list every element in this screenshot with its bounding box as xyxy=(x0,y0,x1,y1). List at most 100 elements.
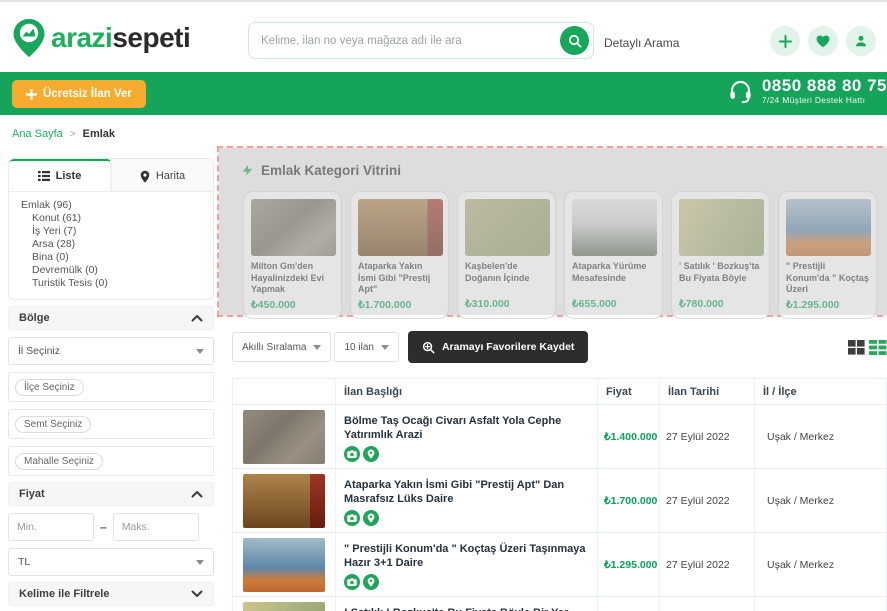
action-bar: Ücretsiz İlan Ver 0850 888 80 75 7/24 Mü… xyxy=(0,72,887,115)
breadcrumb-separator: > xyxy=(70,129,76,140)
listing-title[interactable]: " Prestijli Konum'da " Koçtaş Üzeri Taşı… xyxy=(344,542,587,570)
card-title: ' Satılık ' Bozkuş'ta Bu Fiyata Böyle xyxy=(679,261,762,295)
table-row[interactable]: Bölme Taş Ocağı Civarı Asfalt Yola Cephe… xyxy=(232,405,887,469)
card-price: ₺1.295.000 xyxy=(786,299,869,311)
free-post-ad-button[interactable]: Ücretsiz İlan Ver xyxy=(12,80,146,108)
listing-date: 27 Eylül 2022 xyxy=(660,533,755,596)
listing-photo[interactable] xyxy=(243,410,325,464)
table-row[interactable]: " Prestijli Konum'da " Koçtaş Üzeri Taşı… xyxy=(232,533,887,597)
quarter-input[interactable]: Semt Seçiniz xyxy=(8,409,214,439)
district-input[interactable]: İlçe Seçiniz xyxy=(8,372,214,402)
listing-table: İlan Başlığı Fiyat İlan Tarihi İl / İlçe… xyxy=(232,378,887,611)
table-row[interactable]: Ataparka Yakın İsmi Gibi "Prestij Apt" D… xyxy=(232,469,887,533)
category-devremulk[interactable]: Devremülk (0) xyxy=(21,264,201,277)
list-view-icon[interactable] xyxy=(869,340,887,355)
card-title: Milton Gm'den Hayalinizdeki Evi Yapmak xyxy=(251,261,334,296)
category-showcase: Emlak Kategori Vitrini Milton Gm'den Hay… xyxy=(217,146,887,317)
listing-photo xyxy=(679,199,764,256)
list-icon xyxy=(38,171,50,181)
category-is-yeri[interactable]: İş Yeri (7) xyxy=(21,225,201,238)
card-title: Ataparka Yürüme Mesafesinde xyxy=(572,261,655,295)
listing-title[interactable]: Bölme Taş Ocağı Civarı Asfalt Yola Cephe… xyxy=(344,414,587,442)
price-min-input[interactable] xyxy=(8,513,94,541)
table-row[interactable]: ! Satılık ! Bozkuş'ta Bu Fiyata Böyle Bi… xyxy=(232,597,887,611)
category-emlak[interactable]: Emlak (96) xyxy=(21,199,201,212)
listing-photo[interactable] xyxy=(243,538,325,592)
province-select[interactable]: İl Seçiniz xyxy=(8,337,214,365)
showcase-card[interactable]: ' Satılık ' Bozkuş'ta Bu Fiyata Böyle ₺7… xyxy=(671,191,770,319)
showcase-card[interactable]: Ataparka Yürüme Mesafesinde ₺655.000 xyxy=(564,191,663,319)
listing-photo[interactable] xyxy=(243,474,325,528)
card-title: Ataparka Yakın İsmi Gibi "Prestij Apt" xyxy=(358,261,441,296)
caret-down-icon xyxy=(313,345,321,350)
search-icon xyxy=(568,34,582,48)
listing-title[interactable]: Ataparka Yakın İsmi Gibi "Prestij Apt" D… xyxy=(344,478,587,506)
user-icon xyxy=(854,34,868,48)
account-button[interactable] xyxy=(846,26,876,56)
caret-down-icon xyxy=(196,349,204,354)
logo-wordmark: arazisepeti xyxy=(51,22,190,54)
showcase-card[interactable]: Kaşbelen'de Doğanın İçinde ₺310.000 xyxy=(457,191,556,319)
map-pin-icon xyxy=(140,170,150,183)
category-konut[interactable]: Konut (61) xyxy=(21,212,201,225)
section-bolge[interactable]: Bölge xyxy=(8,306,214,330)
category-turistik-tesis[interactable]: Turistik Tesis (0) xyxy=(21,277,201,290)
range-dash: – xyxy=(100,520,107,534)
showcase-card[interactable]: Milton Gm'den Hayalinizdeki Evi Yapmak ₺… xyxy=(243,191,342,319)
price-max-input[interactable] xyxy=(113,513,199,541)
grid-view-icon[interactable] xyxy=(848,340,865,355)
card-price: ₺310.000 xyxy=(465,298,548,310)
header-price-col: Fiyat xyxy=(598,379,660,404)
support-phone-number: 0850 888 80 75 xyxy=(762,77,887,95)
sort-select[interactable]: Akıllı Sıralama xyxy=(232,332,331,362)
listing-date xyxy=(660,597,755,611)
support-hotline[interactable]: 0850 888 80 75 7/24 Müşteri Destek Hattı xyxy=(727,77,887,105)
headset-icon xyxy=(727,78,754,105)
add-listing-button[interactable] xyxy=(770,26,800,56)
currency-select[interactable]: TL xyxy=(8,548,214,576)
search-button[interactable] xyxy=(560,26,589,55)
showcase-card[interactable]: Ataparka Yakın İsmi Gibi "Prestij Apt" ₺… xyxy=(350,191,449,319)
search-favorite-icon xyxy=(422,341,435,354)
showcase-title: Emlak Kategori Vitrini xyxy=(261,163,401,178)
listing-photo[interactable] xyxy=(243,602,325,611)
per-page-select[interactable]: 10 ilan xyxy=(334,332,398,362)
breadcrumb-home-link[interactable]: Ana Sayfa xyxy=(12,128,63,140)
heart-icon xyxy=(816,35,830,48)
showcase-card[interactable]: " Prestijli Konum'da " Koçtaş Üzeri ₺1.2… xyxy=(778,191,877,319)
tab-liste[interactable]: Liste xyxy=(9,159,111,191)
card-price: ₺450.000 xyxy=(251,299,334,311)
section-fiyat[interactable]: Fiyat xyxy=(8,482,214,506)
search-bar xyxy=(248,22,594,59)
search-input[interactable] xyxy=(249,35,560,47)
support-line-label: 7/24 Müşteri Destek Hattı xyxy=(762,95,887,105)
section-kelime-filtrele[interactable]: Kelime ile Filtrele xyxy=(8,582,214,606)
listing-price: ₺1.400.000 xyxy=(598,405,660,468)
favorites-button[interactable] xyxy=(808,26,838,56)
chevron-up-icon xyxy=(191,314,203,322)
tab-harita[interactable]: Harita xyxy=(111,159,213,191)
site-logo[interactable]: arazisepeti xyxy=(12,18,190,58)
location-pin-icon xyxy=(363,574,379,590)
detailed-search-link[interactable]: Detaylı Arama xyxy=(604,36,679,50)
card-price: ₺1.700.000 xyxy=(358,299,441,311)
header-photo-col xyxy=(232,379,336,404)
listing-photo xyxy=(251,199,336,256)
category-arsa[interactable]: Arsa (28) xyxy=(21,238,201,251)
listing-location xyxy=(755,597,887,611)
location-pin-icon xyxy=(363,446,379,462)
listing-price: ₺1.295.000 xyxy=(598,533,660,596)
neighborhood-input[interactable]: Mahalle Seçiniz xyxy=(8,446,214,476)
camera-icon xyxy=(344,446,360,462)
save-search-button[interactable]: Aramayı Favorilere Kaydet xyxy=(408,331,588,363)
header-date-col: İlan Tarihi xyxy=(660,379,755,404)
listing-title[interactable]: ! Satılık ! Bozkuş'ta Bu Fiyata Böyle Bi… xyxy=(344,606,587,611)
lightning-icon xyxy=(241,162,254,179)
listing-date: 27 Eylül 2022 xyxy=(660,405,755,468)
listing-photo xyxy=(465,199,550,256)
category-bina[interactable]: Bina (0) xyxy=(21,251,201,264)
caret-down-icon xyxy=(381,345,389,350)
listing-location: Uşak / Merkez xyxy=(755,469,887,532)
table-header-row: İlan Başlığı Fiyat İlan Tarihi İl / İlçe xyxy=(232,379,887,405)
listing-photo xyxy=(358,199,443,256)
